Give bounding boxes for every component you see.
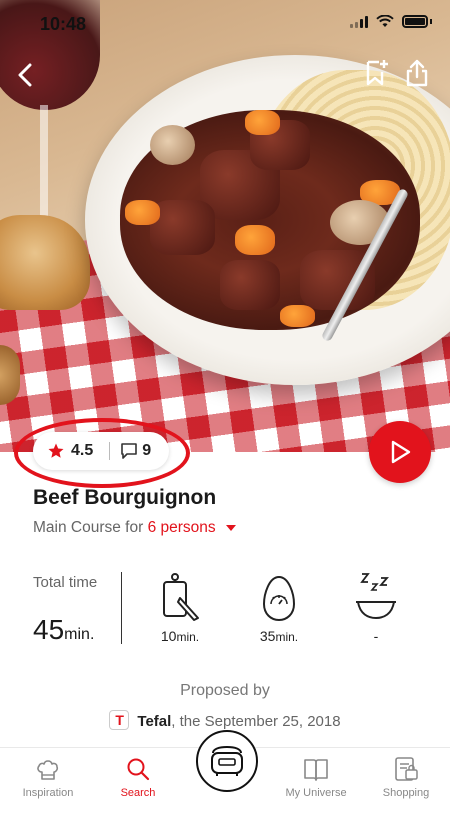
tab-inspiration-label: Inspiration bbox=[22, 787, 74, 799]
cook-time-value: 35 bbox=[259, 628, 276, 644]
shopping-list-icon bbox=[395, 757, 418, 781]
share-icon bbox=[406, 59, 428, 87]
rest-time-value: - bbox=[373, 628, 379, 644]
signal-icon bbox=[350, 15, 368, 28]
wifi-icon bbox=[376, 15, 394, 27]
beef-chunk bbox=[220, 260, 280, 310]
tab-search-label: Search bbox=[120, 787, 156, 799]
wine-glass-stem bbox=[40, 105, 48, 225]
carrot-slice bbox=[245, 110, 280, 135]
total-time-value: 45min. bbox=[33, 614, 94, 646]
proposed-by-label: Proposed by bbox=[180, 682, 270, 699]
course-info: Main Course for 6 persons bbox=[33, 519, 236, 537]
time-divider bbox=[121, 572, 122, 644]
back-button[interactable] bbox=[8, 58, 42, 92]
rating-pill[interactable]: 4.5 9 bbox=[33, 432, 169, 470]
book-icon bbox=[304, 759, 328, 781]
tab-inspiration[interactable]: Inspiration bbox=[3, 756, 93, 799]
persons-label: 6 persons bbox=[147, 519, 216, 536]
status-time: 10:48 bbox=[40, 14, 87, 34]
star-icon bbox=[48, 443, 64, 458]
tab-my-universe[interactable]: My Universe bbox=[271, 756, 361, 799]
total-time-label: Total time bbox=[33, 574, 98, 591]
play-button[interactable] bbox=[369, 421, 431, 483]
carrot-slice bbox=[235, 225, 275, 255]
chevron-left-icon bbox=[18, 63, 32, 87]
caret-down-icon bbox=[225, 524, 236, 531]
cook-time: 35min. bbox=[249, 574, 309, 644]
carrot-slice bbox=[125, 200, 160, 225]
bread-slice bbox=[0, 215, 90, 310]
cooker-button[interactable] bbox=[196, 730, 258, 792]
cook-time-unit: min. bbox=[275, 630, 299, 644]
author-line: Tefal, the September 25, 2018 bbox=[0, 710, 450, 730]
total-time-number: 45 bbox=[33, 614, 65, 645]
author-date: , the September 25, 2018 bbox=[171, 713, 341, 730]
comment-icon bbox=[121, 443, 138, 459]
rating-divider bbox=[109, 442, 111, 460]
prep-time-unit: min. bbox=[176, 630, 200, 644]
tab-shopping[interactable]: Shopping bbox=[361, 756, 450, 799]
egg-timer-icon bbox=[262, 575, 296, 622]
author-brand[interactable]: Tefal bbox=[137, 713, 171, 730]
tefal-logo-icon bbox=[109, 710, 130, 730]
mushroom bbox=[150, 125, 195, 165]
total-time-unit: min. bbox=[64, 626, 95, 643]
prep-time: 10min. bbox=[150, 572, 210, 644]
comment-count: 9 bbox=[142, 442, 152, 459]
prep-time-value: 10 bbox=[160, 628, 177, 644]
bookmark-button[interactable] bbox=[361, 58, 391, 88]
battery-icon bbox=[402, 15, 428, 28]
bookmark-add-icon bbox=[366, 60, 388, 86]
battery-tip bbox=[430, 19, 432, 24]
chef-hat-icon bbox=[37, 760, 59, 780]
search-icon bbox=[127, 758, 150, 781]
share-button[interactable] bbox=[402, 58, 432, 88]
rest-time: - bbox=[346, 572, 406, 644]
recipe-title: Beef Bourguignon bbox=[33, 486, 217, 509]
play-icon bbox=[391, 440, 411, 464]
tab-my-universe-label: My Universe bbox=[285, 787, 347, 799]
cutting-board-knife-icon bbox=[163, 573, 199, 621]
tab-shopping-label: Shopping bbox=[382, 787, 430, 799]
resting-bowl-icon bbox=[356, 573, 396, 620]
status-bar: 10:48 bbox=[0, 0, 450, 44]
status-indicators bbox=[350, 15, 432, 28]
persons-selector[interactable]: 6 persons bbox=[148, 519, 236, 536]
multicooker-icon bbox=[211, 745, 243, 776]
rating-score: 4.5 bbox=[71, 442, 94, 459]
carrot-slice bbox=[280, 305, 315, 327]
tab-search[interactable]: Search bbox=[93, 756, 183, 799]
course-label: Main Course for bbox=[33, 519, 148, 536]
